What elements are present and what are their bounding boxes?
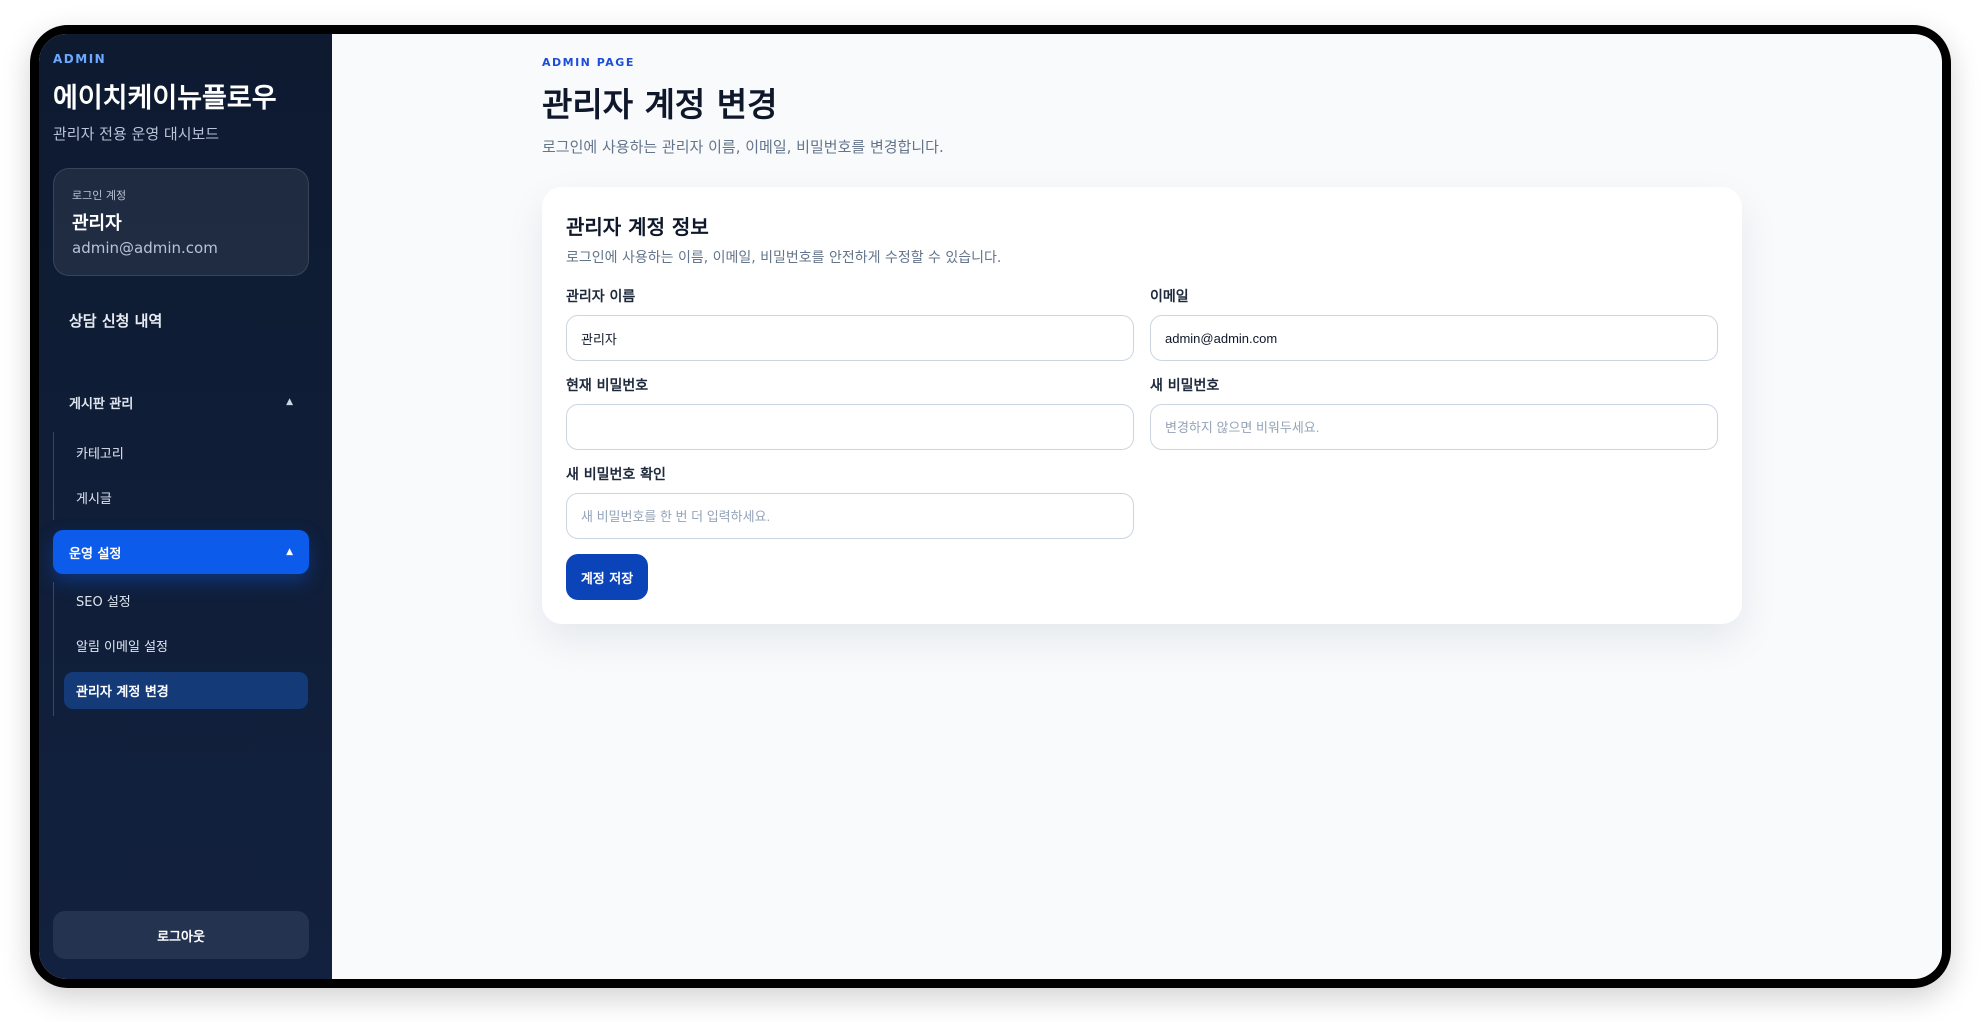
brand-eyebrow: ADMIN bbox=[53, 52, 107, 66]
nav-group-operations[interactable]: 운영 설정 ▲ bbox=[53, 530, 309, 574]
confirm-password-label: 새 비밀번호 확인 bbox=[566, 467, 666, 483]
page-title: 관리자 계정 변경 bbox=[542, 85, 778, 124]
account-card: 로그인 계정 관리자 admin@admin.com bbox=[53, 168, 309, 276]
sidebar-item-notification-email[interactable]: 알림 이메일 설정 bbox=[64, 627, 308, 664]
email-field[interactable] bbox=[1150, 315, 1718, 361]
nav-group-label: 운영 설정 bbox=[69, 546, 122, 562]
brand-title: 에이치케이뉴플로우 bbox=[53, 83, 277, 114]
page-eyebrow: ADMIN PAGE bbox=[542, 56, 635, 69]
email-label: 이메일 bbox=[1150, 289, 1189, 305]
account-label: 로그인 계정 bbox=[72, 189, 127, 202]
name-field[interactable] bbox=[566, 315, 1134, 361]
sidebar-item-seo[interactable]: SEO 설정 bbox=[64, 582, 308, 619]
new-password-label: 새 비밀번호 bbox=[1150, 378, 1220, 394]
card-title: 관리자 계정 정보 bbox=[566, 215, 709, 239]
current-password-label: 현재 비밀번호 bbox=[566, 378, 649, 394]
card-description: 로그인에 사용하는 이름, 이메일, 비밀번호를 안전하게 수정할 수 있습니다… bbox=[566, 250, 1002, 266]
main-content: ADMIN PAGE 관리자 계정 변경 로그인에 사용하는 관리자 이름, 이… bbox=[332, 34, 1942, 979]
brand-subtitle: 관리자 전용 운영 대시보드 bbox=[53, 125, 220, 143]
sidebar: ADMIN 에이치케이뉴플로우 관리자 전용 운영 대시보드 로그인 계정 관리… bbox=[39, 34, 332, 979]
new-password-field[interactable] bbox=[1150, 404, 1718, 450]
sidebar-item-category[interactable]: 카테고리 bbox=[64, 434, 308, 471]
chevron-up-icon: ▲ bbox=[286, 397, 293, 407]
confirm-password-field[interactable] bbox=[566, 493, 1134, 539]
sidebar-content: ADMIN 에이치케이뉴플로우 관리자 전용 운영 대시보드 로그인 계정 관리… bbox=[53, 34, 310, 979]
device-frame: ADMIN 에이치케이뉴플로우 관리자 전용 운영 대시보드 로그인 계정 관리… bbox=[30, 25, 1951, 988]
chevron-up-icon: ▲ bbox=[286, 547, 293, 557]
logout-button[interactable]: 로그아웃 bbox=[53, 911, 309, 959]
account-name: 관리자 bbox=[72, 213, 122, 234]
account-form-card: 관리자 계정 정보 로그인에 사용하는 이름, 이메일, 비밀번호를 안전하게 … bbox=[542, 187, 1742, 624]
nav-group-board[interactable]: 게시판 관리 ▲ bbox=[53, 380, 309, 424]
operations-submenu: SEO 설정 알림 이메일 설정 관리자 계정 변경 bbox=[53, 582, 310, 716]
nav-consultations[interactable]: 상담 신청 내역 bbox=[69, 310, 162, 331]
nav-group-label: 게시판 관리 bbox=[69, 396, 134, 412]
sidebar-item-admin-account[interactable]: 관리자 계정 변경 bbox=[64, 672, 308, 709]
page-description: 로그인에 사용하는 관리자 이름, 이메일, 비밀번호를 변경합니다. bbox=[542, 138, 944, 156]
account-email: admin@admin.com bbox=[72, 239, 218, 257]
name-label: 관리자 이름 bbox=[566, 289, 636, 305]
sidebar-item-posts[interactable]: 게시글 bbox=[64, 479, 308, 516]
save-account-button[interactable]: 계정 저장 bbox=[566, 554, 648, 600]
current-password-field[interactable] bbox=[566, 404, 1134, 450]
board-submenu: 카테고리 게시글 bbox=[53, 432, 310, 520]
app-screen: ADMIN 에이치케이뉴플로우 관리자 전용 운영 대시보드 로그인 계정 관리… bbox=[39, 34, 1942, 979]
